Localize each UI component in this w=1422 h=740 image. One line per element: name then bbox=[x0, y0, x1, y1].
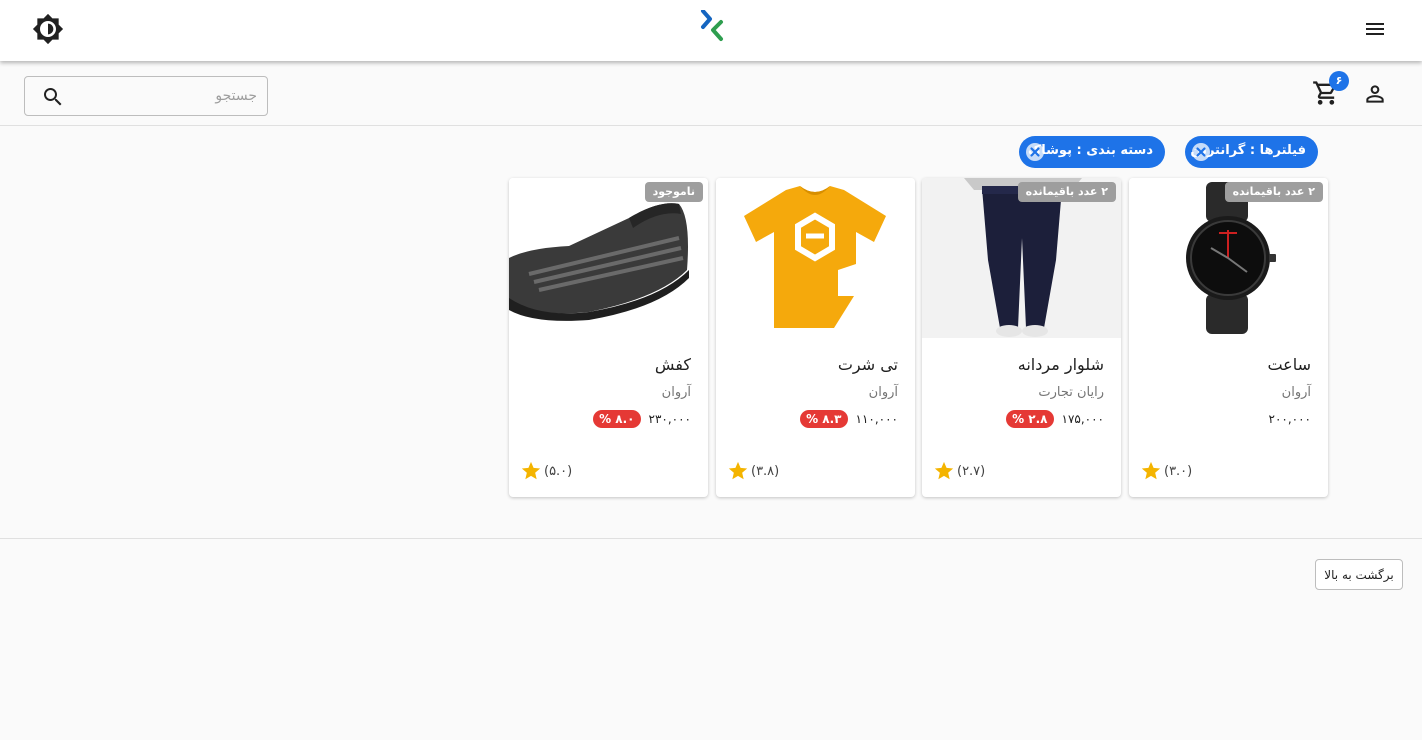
price-row: ۱۷۵,۰۰۰ ۲.۸ % bbox=[1006, 409, 1104, 429]
product-title: شلوار مردانه bbox=[1017, 355, 1104, 374]
price-row: ۱۱۰,۰۰۰ ۸.۳ % bbox=[800, 409, 898, 429]
rating-row: (۳.۰) bbox=[1140, 460, 1192, 482]
footer-divider bbox=[0, 538, 1422, 539]
category-filter-chip[interactable]: دسته بندی : پوشاک bbox=[1019, 136, 1165, 168]
toolbar: ۶ bbox=[0, 61, 1422, 126]
sort-filter-chip[interactable]: فیلترها : گرانترین bbox=[1185, 136, 1318, 168]
product-card-tshirt[interactable]: تی شرت آروان ۱۱۰,۰۰۰ ۸.۳ % (۳.۸) bbox=[716, 178, 915, 497]
product-title: کفش bbox=[654, 355, 691, 374]
stock-badge: ناموجود bbox=[644, 182, 703, 202]
price-row: ۲۰۰,۰۰۰ bbox=[1269, 409, 1312, 429]
rating-value: (۳.۸) bbox=[751, 463, 780, 479]
hamburger-menu-icon bbox=[1366, 23, 1384, 35]
rating-row: (۳.۸) bbox=[727, 460, 779, 482]
product-brand: آروان bbox=[1281, 385, 1311, 400]
account-button[interactable] bbox=[1362, 81, 1388, 107]
price-row: ۲۳۰,۰۰۰ ۸.۰ % bbox=[593, 409, 691, 429]
stock-badge: ۲ عدد باقیمانده bbox=[1017, 182, 1116, 202]
product-price: ۱۷۵,۰۰۰ bbox=[1061, 412, 1105, 426]
app-bar bbox=[0, 0, 1422, 61]
star-icon bbox=[728, 461, 748, 480]
product-image-watch: ۲ عدد باقیمانده bbox=[1129, 178, 1328, 338]
rating-row: (۵.۰) bbox=[520, 460, 572, 482]
product-card-shoe[interactable]: ناموجود کفش آروان ۲۳۰,۰۰۰ ۸.۰ % (۵.۰) bbox=[509, 178, 708, 497]
close-icon[interactable] bbox=[1025, 142, 1045, 162]
product-brand: آروان bbox=[661, 385, 691, 400]
rating-value: (۵.۰) bbox=[544, 463, 573, 479]
discount-badge: ۲.۸ % bbox=[1006, 410, 1054, 428]
product-image-tshirt bbox=[716, 178, 915, 338]
menu-button[interactable] bbox=[1362, 17, 1388, 41]
back-to-top-button[interactable]: برگشت به بالا bbox=[1315, 559, 1403, 590]
product-image-pants: ۲ عدد باقیمانده bbox=[922, 178, 1121, 338]
search-input[interactable] bbox=[73, 83, 257, 109]
star-icon bbox=[934, 461, 954, 480]
product-image-shoe: ناموجود bbox=[509, 178, 708, 338]
product-title: تی شرت bbox=[837, 355, 898, 374]
chip-label: دسته بندی : پوشاک bbox=[1027, 143, 1153, 158]
product-card-pants[interactable]: ۲ عدد باقیمانده شلوار مردانه رایان تجارت… bbox=[922, 178, 1121, 497]
product-price: ۲۰۰,۰۰۰ bbox=[1268, 412, 1312, 426]
rating-value: (۲.۷) bbox=[957, 463, 986, 479]
product-title: ساعت bbox=[1267, 355, 1311, 374]
rating-value: (۳.۰) bbox=[1164, 463, 1193, 479]
product-brand: آروان bbox=[868, 385, 898, 400]
discount-badge: ۸.۰ % bbox=[593, 410, 641, 428]
discount-badge: ۸.۳ % bbox=[800, 410, 848, 428]
product-price: ۲۳۰,۰۰۰ bbox=[648, 412, 692, 426]
star-icon bbox=[521, 461, 541, 480]
search-field[interactable] bbox=[24, 76, 268, 116]
brightness-icon bbox=[32, 13, 64, 45]
theme-toggle-button[interactable] bbox=[32, 13, 64, 45]
rating-row: (۲.۷) bbox=[933, 460, 985, 482]
stock-badge: ۲ عدد باقیمانده bbox=[1224, 182, 1323, 202]
cart-count-badge: ۶ bbox=[1329, 71, 1349, 91]
product-brand: رایان تجارت bbox=[1038, 385, 1104, 400]
search-icon[interactable] bbox=[41, 85, 65, 109]
close-icon[interactable] bbox=[1191, 142, 1211, 162]
brand-logo[interactable] bbox=[699, 9, 725, 42]
person-icon bbox=[1366, 85, 1384, 103]
star-icon bbox=[1141, 461, 1161, 480]
product-card-watch[interactable]: ۲ عدد باقیمانده ساعت آروان ۲۰۰,۰۰۰ (۳.۰) bbox=[1129, 178, 1328, 497]
product-price: ۱۱۰,۰۰۰ bbox=[855, 412, 899, 426]
